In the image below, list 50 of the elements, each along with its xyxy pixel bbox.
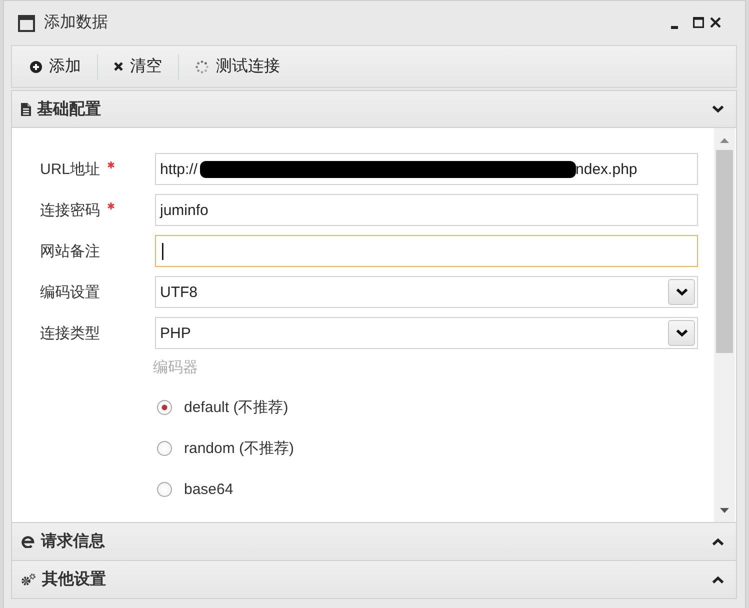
- field-value: PHP: [160, 324, 191, 342]
- dropdown-field[interactable]: UTF8: [155, 276, 698, 308]
- radio-button[interactable]: [157, 400, 172, 415]
- scrollbar[interactable]: [714, 128, 735, 522]
- text-field[interactable]: [155, 235, 698, 267]
- document-icon: [21, 102, 31, 116]
- radio-button[interactable]: [157, 482, 172, 497]
- radio-label[interactable]: default (不推荐): [184, 398, 288, 417]
- radio-button[interactable]: [157, 441, 172, 456]
- field-label: URL地址: [40, 160, 100, 178]
- window-icon: [18, 15, 35, 32]
- add-button[interactable]: 添加: [22, 50, 89, 82]
- field-label: 连接类型: [40, 324, 100, 342]
- radio-label[interactable]: base64: [184, 481, 234, 498]
- field-value: http://: [160, 160, 198, 178]
- scroll-up-arrow-icon[interactable]: [720, 138, 729, 143]
- text-field[interactable]: http:// ndex.php: [155, 153, 698, 185]
- field-label: 网站备注: [40, 242, 100, 260]
- spinner-icon: [195, 60, 209, 74]
- field-label: 连接密码: [40, 200, 100, 220]
- chevron-down-icon: [676, 288, 688, 296]
- dropdown-field[interactable]: PHP: [155, 317, 698, 349]
- plus-circle-icon: [30, 60, 42, 72]
- section-header[interactable]: 基础配置: [11, 90, 737, 128]
- section-header[interactable]: 其他设置: [11, 561, 737, 599]
- field-value: juminfo: [160, 202, 208, 218]
- text-field[interactable]: juminfo: [155, 194, 698, 226]
- section-header[interactable]: 请求信息: [11, 523, 737, 561]
- e-logo-icon: [21, 535, 35, 548]
- x-icon: [114, 62, 123, 71]
- chevron-up-icon: [712, 538, 724, 546]
- dropdown-button[interactable]: [668, 279, 695, 305]
- test-connection-button[interactable]: 测试连接: [187, 50, 288, 82]
- text-cursor-icon: [162, 242, 164, 260]
- scroll-down-arrow-icon[interactable]: [720, 508, 729, 513]
- encoder-heading: 编码器: [153, 359, 198, 376]
- window-title: 添加数据: [44, 12, 108, 33]
- dropdown-button[interactable]: [668, 320, 695, 346]
- gears-icon: [21, 573, 36, 586]
- field-label: 编码设置: [40, 282, 100, 302]
- maximize-icon[interactable]: [693, 17, 704, 28]
- close-icon[interactable]: [710, 17, 721, 28]
- chevron-up-icon: [712, 576, 724, 584]
- clear-button[interactable]: 清空: [106, 50, 170, 82]
- scrollbar-thumb[interactable]: [716, 150, 733, 353]
- chevron-down-icon: [676, 329, 688, 337]
- radio-label[interactable]: random (不推荐): [184, 439, 294, 458]
- field-value: ndex.php: [576, 160, 638, 178]
- field-value: UTF8: [160, 284, 198, 300]
- chevron-down-icon: [712, 105, 724, 113]
